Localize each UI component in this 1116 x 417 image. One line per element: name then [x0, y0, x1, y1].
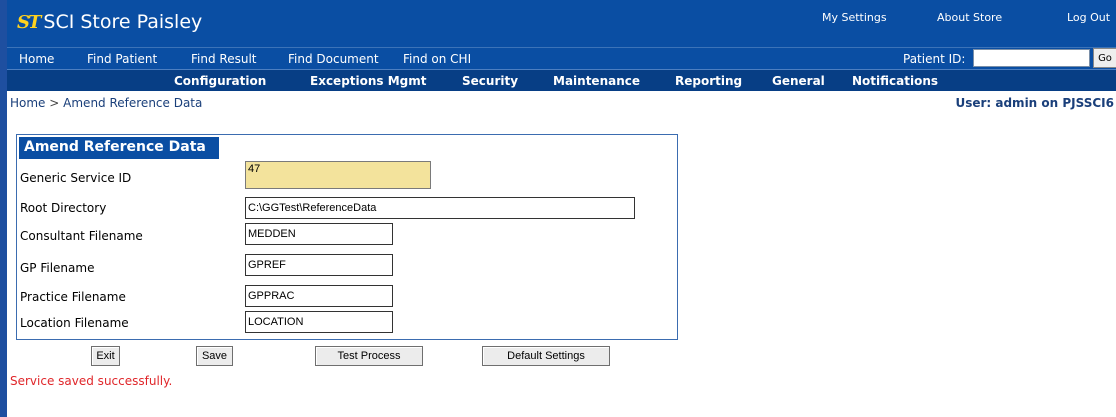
- app-header: ST SCI Store Paisley My Settings About S…: [7, 0, 1116, 47]
- save-button[interactable]: Save: [196, 346, 233, 366]
- nav-maintenance[interactable]: Maintenance: [553, 74, 640, 88]
- logo-icon: ST: [17, 11, 41, 33]
- nav-exceptions-mgmt[interactable]: Exceptions Mgmt: [310, 74, 427, 88]
- generic-service-id-label: Generic Service ID: [20, 171, 132, 185]
- location-filename-label: Location Filename: [20, 316, 129, 330]
- nav-find-document[interactable]: Find Document: [288, 52, 379, 66]
- practice-filename-label: Practice Filename: [20, 290, 126, 304]
- app-logo: ST SCI Store Paisley: [17, 11, 202, 33]
- nav-notifications[interactable]: Notifications: [852, 74, 938, 88]
- breadcrumb: Home > Amend Reference Data: [10, 96, 202, 110]
- location-filename-input[interactable]: [245, 311, 393, 333]
- nav-configuration[interactable]: Configuration: [174, 74, 266, 88]
- nav-general[interactable]: General: [772, 74, 825, 88]
- my-settings-link[interactable]: My Settings: [822, 11, 887, 24]
- practice-filename-input[interactable]: [245, 285, 393, 307]
- app-title: SCI Store Paisley: [43, 11, 203, 33]
- nav-reporting[interactable]: Reporting: [675, 74, 742, 88]
- admin-nav: Configuration Exceptions Mgmt Security M…: [7, 69, 1116, 91]
- consultant-filename-input[interactable]: [245, 223, 393, 245]
- primary-nav: Home Find Patient Find Result Find Docum…: [7, 47, 1116, 69]
- breadcrumb-current: Amend Reference Data: [63, 96, 203, 110]
- nav-security[interactable]: Security: [462, 74, 518, 88]
- status-message: Service saved successfully.: [10, 374, 173, 388]
- current-user: User: admin on PJSSCI6: [955, 96, 1114, 110]
- nav-find-patient[interactable]: Find Patient: [87, 52, 157, 66]
- nav-find-on-chi[interactable]: Find on CHI: [403, 52, 471, 66]
- nav-find-result[interactable]: Find Result: [191, 52, 256, 66]
- breadcrumb-separator: >: [49, 96, 60, 110]
- log-out-link[interactable]: Log Out: [1067, 11, 1110, 24]
- amend-reference-data-panel: Amend Reference Data Generic Service ID …: [16, 134, 678, 340]
- generic-service-id-field: 47: [245, 161, 431, 189]
- gp-filename-label: GP Filename: [20, 261, 95, 275]
- panel-title: Amend Reference Data: [19, 137, 219, 159]
- patient-id-input[interactable]: [973, 49, 1090, 67]
- test-process-button[interactable]: Test Process: [315, 346, 423, 366]
- left-border: [0, 0, 7, 417]
- go-button[interactable]: Go: [1093, 48, 1116, 68]
- nav-home[interactable]: Home: [19, 52, 54, 66]
- patient-id-label: Patient ID:: [903, 52, 966, 66]
- about-store-link[interactable]: About Store: [937, 11, 1002, 24]
- exit-button[interactable]: Exit: [91, 346, 120, 366]
- default-settings-button[interactable]: Default Settings: [482, 346, 610, 366]
- root-directory-input[interactable]: [245, 197, 635, 219]
- gp-filename-input[interactable]: [245, 254, 393, 276]
- consultant-filename-label: Consultant Filename: [20, 229, 143, 243]
- breadcrumb-home[interactable]: Home: [10, 96, 45, 110]
- root-directory-label: Root Directory: [20, 201, 107, 215]
